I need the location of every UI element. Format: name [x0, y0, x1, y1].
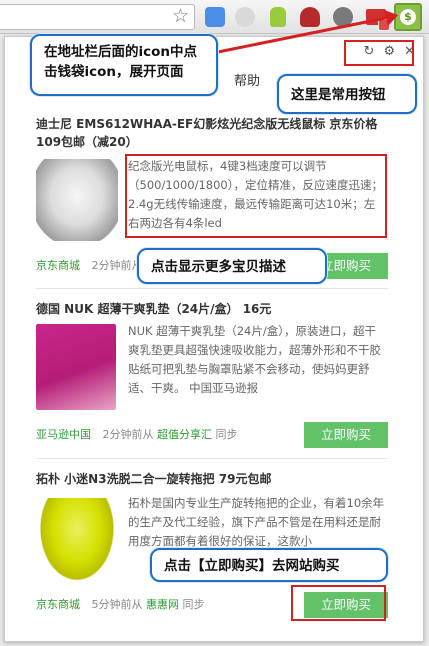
buy-button-highlight-box	[291, 585, 386, 621]
source-link[interactable]: 京东商城	[36, 598, 80, 611]
from-site-link[interactable]: 惠惠网	[146, 598, 179, 611]
description-highlight-box	[125, 154, 387, 238]
deal-item: 迪士尼 EMS612WHAA-EF幻影炫光纪念版无线鼠标 京东价格 109包邮（…	[36, 115, 388, 279]
address-bar[interactable]	[0, 4, 195, 30]
source-link[interactable]: 京东商城	[36, 259, 80, 272]
deal-footer: 亚马逊中国 2分钟前从 超值分享汇 同步 立即购买	[36, 422, 388, 448]
from-site-link[interactable]: 超值分享汇	[157, 428, 212, 441]
deal-title[interactable]: 德国 NUK 超薄干爽乳垫（24片/盒） 16元	[36, 300, 388, 318]
extension-blue-icon[interactable]	[205, 7, 225, 27]
product-image[interactable]	[36, 159, 118, 241]
sync-label: 同步	[182, 598, 205, 611]
deal-item: 德国 NUK 超薄干爽乳垫（24片/盒） 16元 NUK 超薄干爽乳垫（24片/…	[36, 300, 388, 448]
divider	[36, 288, 388, 289]
product-image[interactable]	[36, 498, 118, 586]
posted-time: 5分钟前从	[91, 598, 143, 611]
description-hint-callout: 点击显示更多宝贝描述	[137, 248, 327, 284]
help-link[interactable]: 帮助	[234, 70, 260, 89]
browser-toolbar: ☆ $	[0, 0, 429, 34]
posted-time: 2分钟前从	[91, 259, 143, 272]
buy-hint-callout: 点击【立即购买】去网站购买	[150, 548, 388, 582]
deal-item: 拓朴 小迷N3洗脱二合一旋转拖把 79元包邮 拓朴是国内专业生产旋转拖把的企业，…	[36, 470, 388, 618]
wallet-hint-callout: 在地址栏后面的icon中点击钱袋icon，展开页面	[30, 34, 218, 96]
product-image[interactable]	[36, 324, 116, 410]
gmail-badge	[378, 19, 390, 31]
wallet-icon[interactable]: $	[394, 3, 422, 31]
tools-highlight-box	[344, 40, 414, 66]
deal-title[interactable]: 迪士尼 EMS612WHAA-EF幻影炫光纪念版无线鼠标 京东价格 109包邮（…	[36, 115, 388, 151]
extension-gray-round-icon[interactable]	[333, 7, 353, 27]
extension-gray-icon[interactable]	[235, 7, 255, 27]
tools-hint-callout: 这里是常用按钮	[277, 74, 417, 114]
deal-description[interactable]: NUK 超薄干爽乳垫（24片/盒），原装进口，超干爽乳垫更具超强快速吸收能力，超…	[128, 322, 386, 398]
buy-now-button[interactable]: 立即购买	[304, 422, 388, 448]
divider	[36, 458, 388, 459]
extension-red-icon[interactable]	[300, 7, 320, 27]
star-icon[interactable]: ☆	[172, 5, 189, 27]
posted-time: 2分钟前从	[102, 428, 154, 441]
deal-description[interactable]: 拓朴是国内专业生产旋转拖把的企业，有着10余年的生产及代工经验，旗下产品不管是在…	[128, 494, 386, 551]
source-link[interactable]: 亚马逊中国	[36, 428, 91, 441]
sync-label: 同步	[215, 428, 238, 441]
deal-title[interactable]: 拓朴 小迷N3洗脱二合一旋转拖把 79元包邮	[36, 470, 388, 488]
android-icon[interactable]	[270, 7, 286, 27]
